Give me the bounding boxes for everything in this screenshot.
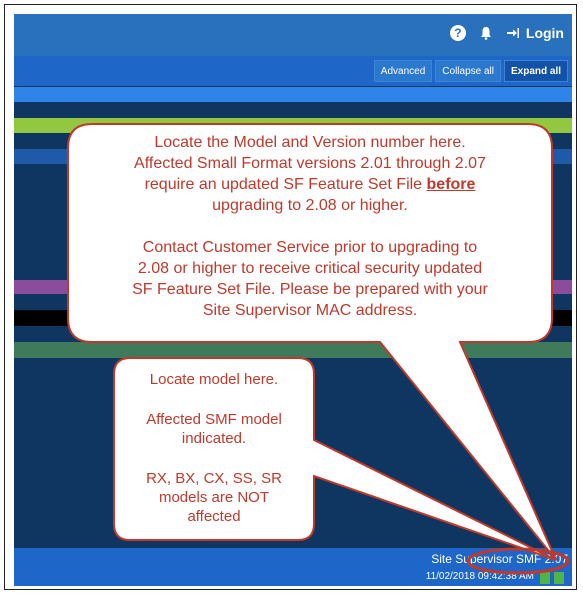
callout-main-text: Locate the Model and Version number here… bbox=[70, 132, 550, 321]
version-highlight-ellipse bbox=[466, 547, 570, 575]
callout-small-line: RX, BX, CX, SS, SR bbox=[146, 470, 282, 487]
callout-small-line: models are NOT bbox=[158, 489, 270, 506]
callout-main-line: Site Supervisor MAC address. bbox=[202, 302, 418, 319]
callout-main-line: Affected Small Format versions 2.01 thro… bbox=[134, 155, 486, 172]
callout-small-line: Locate model here. bbox=[149, 371, 279, 388]
callout-small-line: Affected SMF model bbox=[146, 411, 282, 428]
callout-emphasis: before bbox=[426, 176, 476, 193]
callout-small-text: Locate model here. Affected SMF model in… bbox=[116, 370, 312, 526]
callout-main-line: Locate the Model and Version number here… bbox=[154, 134, 466, 151]
callout-small-line: indicated. bbox=[181, 430, 247, 447]
callout-main-line: require an updated SF Feature Set File b… bbox=[144, 176, 476, 193]
callout-main-line: upgrading to 2.08 or higher. bbox=[212, 197, 408, 214]
callout-small-line: affected bbox=[187, 508, 241, 525]
callout-main-line: Contact Customer Service prior to upgrad… bbox=[142, 239, 478, 256]
callout-main-line: 2.08 or higher to receive critical secur… bbox=[137, 260, 483, 277]
callout-main-line: SF Feature Set File. Please be prepared … bbox=[132, 281, 488, 298]
